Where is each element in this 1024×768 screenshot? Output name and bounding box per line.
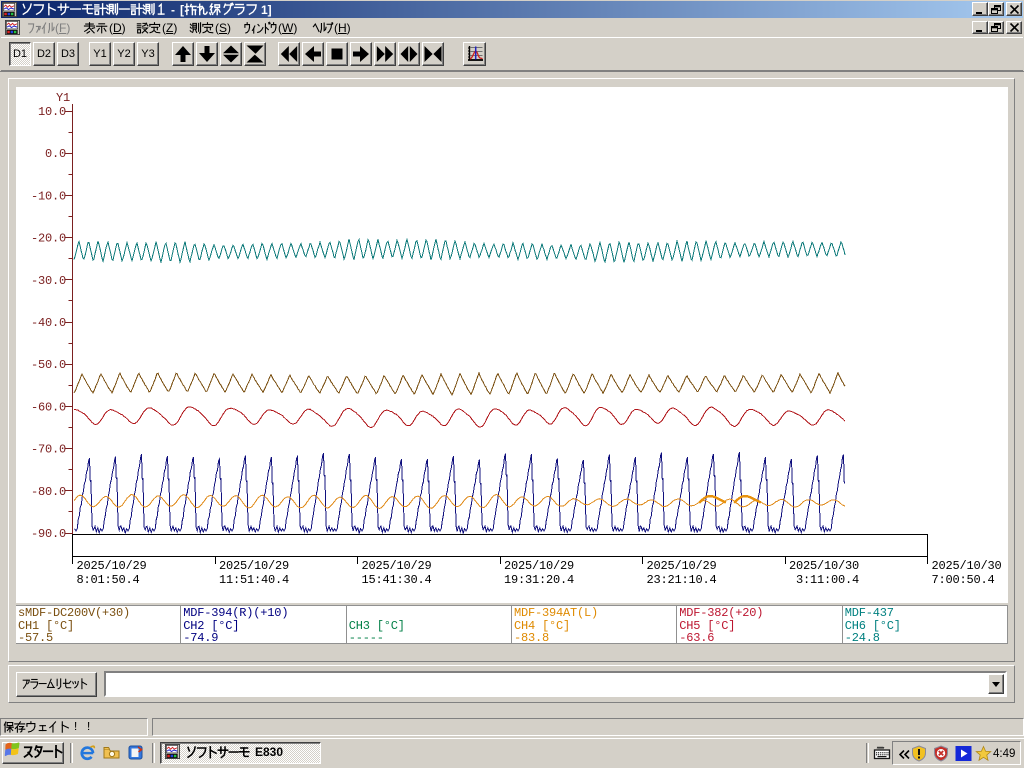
- svg-text:-20.0: -20.0: [31, 232, 66, 246]
- svg-text:-60.0: -60.0: [31, 400, 66, 414]
- svg-text:-30.0: -30.0: [31, 274, 66, 288]
- svg-text:-80.0: -80.0: [31, 485, 66, 499]
- svg-text:3:11:00.4: 3:11:00.4: [789, 573, 859, 587]
- svg-text:2025/10/30: 2025/10/30: [789, 559, 859, 573]
- svg-text:2025/10/30: 2025/10/30: [932, 559, 1002, 573]
- svg-text:11:51:40.4: 11:51:40.4: [219, 573, 289, 587]
- svg-text:2025/10/29: 2025/10/29: [647, 559, 717, 573]
- svg-text:15:41:30.4: 15:41:30.4: [362, 573, 432, 587]
- svg-text:10.0: 10.0: [38, 105, 66, 119]
- svg-text:8:01:50.4: 8:01:50.4: [77, 573, 140, 587]
- svg-text:-50.0: -50.0: [31, 358, 66, 372]
- svg-text:2025/10/29: 2025/10/29: [504, 559, 574, 573]
- svg-text:2025/10/29: 2025/10/29: [362, 559, 432, 573]
- svg-text:-90.0: -90.0: [31, 527, 66, 541]
- svg-text:-40.0: -40.0: [31, 316, 66, 330]
- svg-text:2025/10/29: 2025/10/29: [77, 559, 147, 573]
- svg-text:23:21:10.4: 23:21:10.4: [647, 573, 717, 587]
- svg-text:Y1: Y1: [56, 91, 70, 105]
- svg-text:0.0: 0.0: [45, 147, 66, 161]
- svg-text:-10.0: -10.0: [31, 189, 66, 203]
- svg-text:2025/10/29: 2025/10/29: [219, 559, 289, 573]
- svg-text:19:31:20.4: 19:31:20.4: [504, 573, 574, 587]
- svg-text:7:00:50.4: 7:00:50.4: [932, 573, 995, 587]
- svg-text:-70.0: -70.0: [31, 443, 66, 457]
